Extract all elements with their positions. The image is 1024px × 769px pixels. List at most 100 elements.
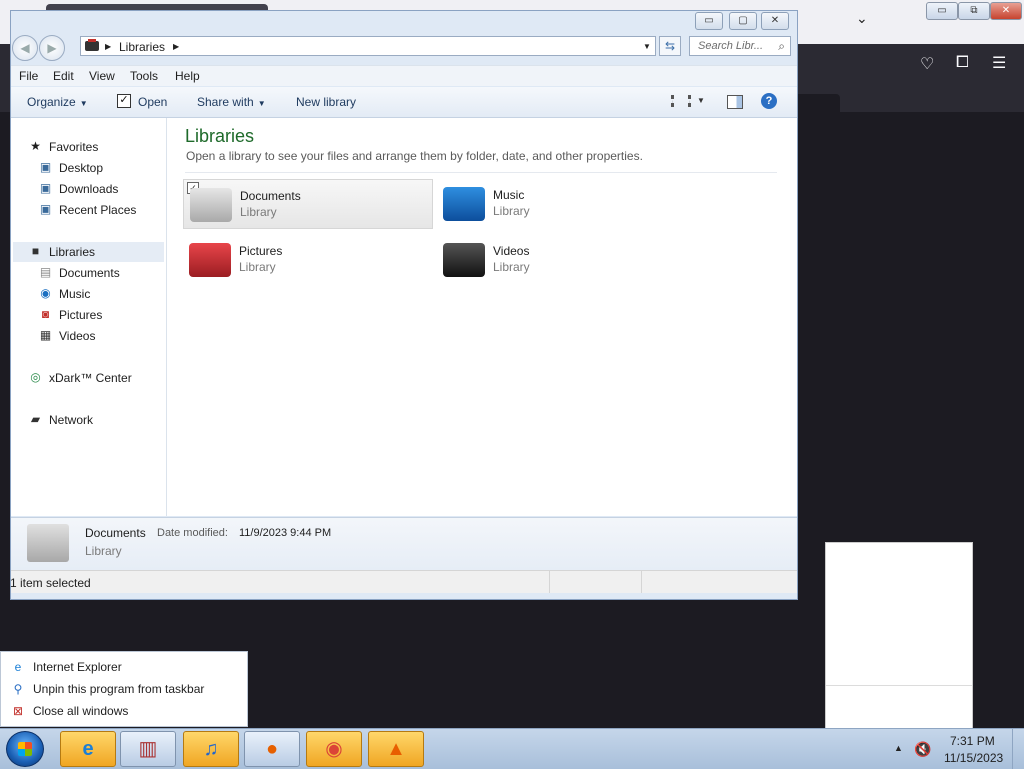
- background-minimize-button[interactable]: ▭: [926, 2, 958, 20]
- forward-button[interactable]: ▶: [39, 35, 65, 61]
- background-restore-button[interactable]: ⧉: [958, 2, 990, 20]
- close-button[interactable]: ✕: [761, 12, 789, 30]
- library-pictures[interactable]: Pictures Library: [183, 235, 433, 285]
- back-button[interactable]: ◀: [12, 35, 38, 61]
- nav-desktop[interactable]: ▣ Desktop: [39, 158, 159, 178]
- ie-icon: e: [82, 738, 94, 760]
- network-icon: ▰: [30, 412, 41, 426]
- libraries-icon: [85, 39, 99, 51]
- details-date-value: 11/9/2023 9:44 PM: [239, 527, 332, 539]
- taskbar-firefox[interactable]: ●: [244, 731, 300, 767]
- library-videos[interactable]: Videos Library: [437, 235, 687, 285]
- menu-icon[interactable]: ☰: [992, 53, 1006, 73]
- nav-downloads[interactable]: ▣ Downloads: [39, 179, 159, 199]
- nav-recent-places[interactable]: ▣ Recent Places: [39, 200, 159, 220]
- menu-bar: File Edit View Tools Help: [11, 65, 797, 86]
- nav-xdark-center-label: xDark™ Center: [49, 371, 132, 385]
- divider: [185, 172, 777, 173]
- start-button[interactable]: [6, 731, 44, 767]
- details-name: Documents: [85, 526, 146, 540]
- music-icon: ◉: [40, 286, 51, 300]
- nav-documents[interactable]: ▤ Documents: [39, 263, 159, 283]
- nav-favorites-label: Favorites: [49, 140, 99, 154]
- jumplist-internet-explorer[interactable]: e Internet Explorer: [11, 657, 241, 677]
- extensions-icon[interactable]: ⧠: [956, 54, 969, 72]
- nav-network[interactable]: ▰ Network: [29, 410, 159, 430]
- library-name: Documents: [240, 189, 301, 203]
- recent-places-icon: ▣: [39, 202, 52, 216]
- nav-music-label: Music: [59, 287, 91, 301]
- pictures-library-icon: [189, 243, 231, 277]
- unpin-icon: ⚲: [13, 682, 23, 696]
- documents-library-icon: [27, 524, 69, 562]
- taskbar-library-app[interactable]: ▥: [120, 731, 176, 767]
- search-placeholder: Search Libr...: [698, 40, 764, 52]
- menu-file[interactable]: File: [19, 69, 38, 83]
- taskbar-chrome[interactable]: ◉: [306, 731, 362, 767]
- close-windows-icon: ⊠: [12, 704, 24, 718]
- nav-favorites[interactable]: ★ Favorites: [29, 137, 159, 157]
- nav-recent-places-label: Recent Places: [59, 203, 137, 217]
- change-view-icon[interactable]: [671, 95, 691, 107]
- nav-desktop-label: Desktop: [59, 161, 104, 175]
- library-type: Library: [493, 260, 530, 274]
- status-text: 1 item selected: [10, 576, 91, 590]
- nav-videos[interactable]: ▦ Videos: [39, 326, 159, 346]
- library-type: Library: [240, 205, 277, 219]
- nav-pictures[interactable]: ◙ Pictures: [39, 305, 159, 325]
- minimize-button[interactable]: ▭: [695, 12, 723, 30]
- library-music[interactable]: Music Library: [437, 179, 687, 229]
- taskbar-vlc[interactable]: ▲: [368, 731, 424, 767]
- breadcrumb-libraries[interactable]: Libraries: [119, 40, 165, 54]
- libraries-icon: ■: [31, 244, 40, 258]
- preview-pane-icon[interactable]: [727, 95, 743, 109]
- library-app-icon: ▥: [138, 738, 158, 760]
- chevron-down-icon[interactable]: ⌄: [856, 10, 868, 27]
- share-with-button[interactable]: Share with ▼: [197, 95, 266, 109]
- taskbar-internet-explorer[interactable]: e: [60, 731, 116, 767]
- status-divider: [641, 571, 642, 593]
- taskbar-jump-list: e Internet Explorer ⚲ Unpin this program…: [0, 651, 248, 727]
- show-desktop-button[interactable]: [1012, 729, 1024, 769]
- address-dropdown-icon[interactable]: ▼: [643, 42, 651, 51]
- panel-divider: [826, 685, 972, 686]
- pocket-icon[interactable]: ♡: [920, 54, 934, 74]
- library-type: Library: [493, 204, 530, 218]
- refresh-button[interactable]: ⇆: [659, 36, 681, 56]
- jumplist-label: Internet Explorer: [33, 660, 122, 674]
- address-bar[interactable]: ▶ Libraries ▶ ▼: [80, 36, 656, 56]
- maximize-button[interactable]: ▢: [729, 12, 757, 30]
- nav-network-label: Network: [49, 413, 94, 427]
- organize-label: Organize: [27, 95, 76, 109]
- command-bar: Organize ▼ ✓ Open Share with ▼ New library…: [11, 87, 797, 118]
- dropdown-arrow-icon: ▼: [79, 99, 88, 108]
- new-library-button[interactable]: New library: [296, 95, 356, 109]
- library-documents[interactable]: ✓ Documents Library: [183, 179, 433, 229]
- taskbar-itunes[interactable]: ♫: [183, 731, 239, 767]
- breadcrumb-arrow-icon[interactable]: ▶: [173, 42, 179, 51]
- nav-libraries[interactable]: ■ Libraries: [13, 242, 164, 262]
- volume-muted-icon[interactable]: 🔇: [914, 741, 931, 758]
- menu-tools[interactable]: Tools: [130, 69, 158, 83]
- background-close-button[interactable]: ✕: [990, 2, 1022, 20]
- search-icon[interactable]: ⌕: [778, 39, 785, 54]
- show-hidden-icons-icon[interactable]: ▲: [894, 743, 903, 753]
- clock-time[interactable]: 7:31 PM: [950, 734, 995, 748]
- music-library-icon: [443, 187, 485, 221]
- page-title: Libraries: [185, 126, 255, 146]
- downloads-icon: ▣: [39, 181, 52, 195]
- menu-help[interactable]: Help: [175, 69, 200, 83]
- open-button[interactable]: Open: [138, 95, 167, 109]
- search-box[interactable]: Search Libr... ⌕: [689, 36, 791, 56]
- jumplist-close-all[interactable]: ⊠ Close all windows: [11, 701, 241, 721]
- organize-button[interactable]: Organize ▼: [27, 95, 88, 109]
- nav-music[interactable]: ◉ Music: [39, 284, 159, 304]
- breadcrumb-arrow-icon[interactable]: ▶: [105, 42, 111, 51]
- clock-date[interactable]: 11/15/2023: [944, 751, 1003, 765]
- menu-edit[interactable]: Edit: [53, 69, 74, 83]
- jumplist-unpin[interactable]: ⚲ Unpin this program from taskbar: [11, 679, 241, 699]
- view-dropdown-icon[interactable]: ▼: [697, 96, 705, 105]
- nav-xdark-center[interactable]: ◎ xDark™ Center: [29, 368, 159, 388]
- menu-view[interactable]: View: [89, 69, 115, 83]
- help-icon[interactable]: ?: [761, 93, 777, 109]
